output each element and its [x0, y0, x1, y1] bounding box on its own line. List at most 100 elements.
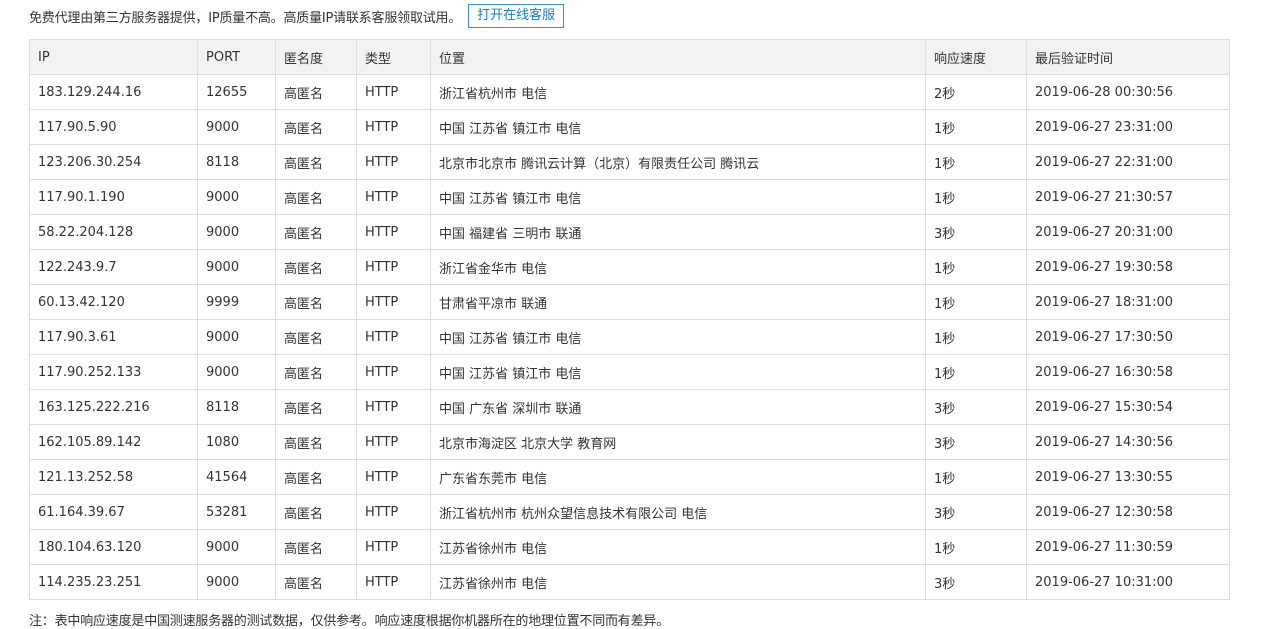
last-verified-cell: 2019-06-28 00:30:56 [1026, 74, 1230, 110]
footnote: 注：表中响应速度是中国测速服务器的测试数据，仅供参考。响应速度根据你机器所在的地… [29, 614, 670, 629]
type-cell: HTTP [356, 214, 431, 250]
response-speed-cell: 3秒 [925, 494, 1027, 530]
port-cell: 9000 [197, 109, 276, 145]
location-cell: 浙江省金华市 电信 [430, 249, 926, 285]
response-speed-cell: 1秒 [925, 354, 1027, 390]
location-cell: 甘肃省平凉市 联通 [430, 284, 926, 320]
last-verified-cell: 2019-06-27 21:30:57 [1026, 179, 1230, 215]
anonymity-cell: 高匿名 [275, 109, 357, 145]
last-verified-cell: 2019-06-27 17:30:50 [1026, 319, 1230, 355]
last-verified-cell: 2019-06-27 16:30:58 [1026, 354, 1230, 390]
type-cell: HTTP [356, 529, 431, 565]
type-cell: HTTP [356, 494, 431, 530]
last-verified-cell: 2019-06-27 14:30:56 [1026, 424, 1230, 460]
port-cell: 9000 [197, 249, 276, 285]
location-cell: 北京市海淀区 北京大学 教育网 [430, 424, 926, 460]
notice-text: 免费代理由第三方服务器提供，IP质量不高。高质量IP请联系客服领取试用。 [29, 10, 462, 26]
response-speed-cell: 1秒 [925, 249, 1027, 285]
ip-cell: 117.90.252.133 [29, 354, 198, 390]
location-cell: 中国 江苏省 镇江市 电信 [430, 354, 926, 390]
location-cell: 江苏省徐州市 电信 [430, 529, 926, 565]
location-cell: 中国 江苏省 镇江市 电信 [430, 109, 926, 145]
ip-cell: 123.206.30.254 [29, 144, 198, 180]
location-cell: 中国 福建省 三明市 联通 [430, 214, 926, 250]
port-cell: 1080 [197, 424, 276, 460]
anonymity-cell: 高匿名 [275, 319, 357, 355]
column-header-port: PORT [197, 39, 276, 75]
response-speed-cell: 1秒 [925, 459, 1027, 495]
table-row: 117.90.3.61 9000 高匿名 HTTP 中国 江苏省 镇江市 电信 1秒 201… [29, 319, 1230, 355]
port-cell: 53281 [197, 494, 276, 530]
last-verified-cell: 2019-06-27 12:30:58 [1026, 494, 1230, 530]
ip-cell: 60.13.42.120 [29, 284, 198, 320]
anonymity-cell: 高匿名 [275, 249, 357, 285]
response-speed-cell: 3秒 [925, 389, 1027, 425]
response-speed-cell: 1秒 [925, 179, 1027, 215]
open-online-service-button[interactable]: 打开在线客服 [468, 4, 565, 28]
table-row: 123.206.30.254 8118 高匿名 HTTP 北京市北京市 腾讯云计算（北京… [29, 144, 1230, 180]
table-body: 183.129.244.16 12655 高匿名 HTTP 浙江省杭州市 电信 2秒 201… [29, 74, 1230, 600]
location-cell: 浙江省杭州市 杭州众望信息技术有限公司 电信 [430, 494, 926, 530]
type-cell: HTTP [356, 424, 431, 460]
ip-cell: 117.90.5.90 [29, 109, 198, 145]
port-cell: 12655 [197, 74, 276, 110]
table-row: 183.129.244.16 12655 高匿名 HTTP 浙江省杭州市 电信 2秒 201… [29, 74, 1230, 110]
response-speed-cell: 1秒 [925, 284, 1027, 320]
ip-cell: 58.22.204.128 [29, 214, 198, 250]
port-cell: 9999 [197, 284, 276, 320]
port-cell: 9000 [197, 319, 276, 355]
proxy-table: IP PORT 匿名度 类型 位置 响应速度 最后验证时间 183.129.24… [29, 39, 1230, 600]
last-verified-cell: 2019-06-27 20:31:00 [1026, 214, 1230, 250]
column-header-type: 类型 [356, 39, 431, 75]
anonymity-cell: 高匿名 [275, 354, 357, 390]
column-header-last-verified: 最后验证时间 [1026, 39, 1230, 75]
response-speed-cell: 1秒 [925, 319, 1027, 355]
ip-cell: 122.243.9.7 [29, 249, 198, 285]
header-row: IP PORT 匿名度 类型 位置 响应速度 最后验证时间 [29, 39, 1230, 75]
anonymity-cell: 高匿名 [275, 459, 357, 495]
last-verified-cell: 2019-06-27 19:30:58 [1026, 249, 1230, 285]
ip-cell: 180.104.63.120 [29, 529, 198, 565]
last-verified-cell: 2019-06-27 18:31:00 [1026, 284, 1230, 320]
location-cell: 中国 江苏省 镇江市 电信 [430, 179, 926, 215]
last-verified-cell: 2019-06-27 22:31:00 [1026, 144, 1230, 180]
type-cell: HTTP [356, 284, 431, 320]
table-row: 117.90.1.190 9000 高匿名 HTTP 中国 江苏省 镇江市 电信 1秒 20… [29, 179, 1230, 215]
table-row: 180.104.63.120 9000 高匿名 HTTP 江苏省徐州市 电信 1秒 2019… [29, 529, 1230, 565]
ip-cell: 183.129.244.16 [29, 74, 198, 110]
response-speed-cell: 1秒 [925, 529, 1027, 565]
anonymity-cell: 高匿名 [275, 214, 357, 250]
last-verified-cell: 2019-06-27 10:31:00 [1026, 564, 1230, 600]
type-cell: HTTP [356, 564, 431, 600]
port-cell: 9000 [197, 564, 276, 600]
ip-cell: 61.164.39.67 [29, 494, 198, 530]
last-verified-cell: 2019-06-27 11:30:59 [1026, 529, 1230, 565]
table-row: 162.105.89.142 1080 高匿名 HTTP 北京市海淀区 北京大学 教育网… [29, 424, 1230, 460]
port-cell: 41564 [197, 459, 276, 495]
last-verified-cell: 2019-06-27 13:30:55 [1026, 459, 1230, 495]
table-row: 121.13.252.58 41564 高匿名 HTTP 广东省东莞市 电信 1秒 2019… [29, 459, 1230, 495]
last-verified-cell: 2019-06-27 23:31:00 [1026, 109, 1230, 145]
port-cell: 9000 [197, 179, 276, 215]
ip-cell: 114.235.23.251 [29, 564, 198, 600]
port-cell: 9000 [197, 354, 276, 390]
port-cell: 8118 [197, 144, 276, 180]
type-cell: HTTP [356, 354, 431, 390]
ip-cell: 163.125.222.216 [29, 389, 198, 425]
table-row: 163.125.222.216 8118 高匿名 HTTP 中国 广东省 深圳市 联通 3… [29, 389, 1230, 425]
column-header-response-speed: 响应速度 [925, 39, 1027, 75]
ip-cell: 162.105.89.142 [29, 424, 198, 460]
ip-cell: 121.13.252.58 [29, 459, 198, 495]
location-cell: 浙江省杭州市 电信 [430, 74, 926, 110]
response-speed-cell: 3秒 [925, 424, 1027, 460]
column-header-anonymity: 匿名度 [275, 39, 357, 75]
anonymity-cell: 高匿名 [275, 564, 357, 600]
anonymity-cell: 高匿名 [275, 284, 357, 320]
column-header-location: 位置 [430, 39, 926, 75]
anonymity-cell: 高匿名 [275, 494, 357, 530]
anonymity-cell: 高匿名 [275, 424, 357, 460]
table-header: IP PORT 匿名度 类型 位置 响应速度 最后验证时间 [29, 39, 1230, 75]
location-cell: 北京市北京市 腾讯云计算（北京）有限责任公司 腾讯云 [430, 144, 926, 180]
response-speed-cell: 1秒 [925, 109, 1027, 145]
anonymity-cell: 高匿名 [275, 179, 357, 215]
